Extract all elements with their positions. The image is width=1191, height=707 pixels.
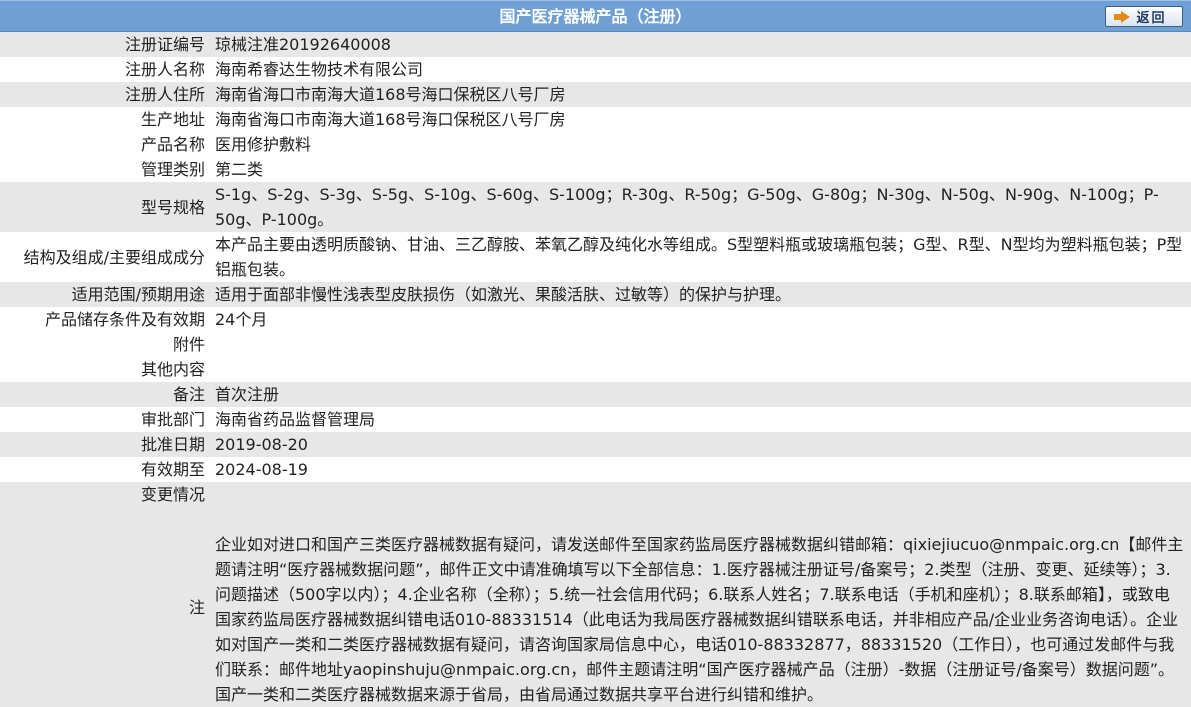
field-label: 其他内容 — [0, 357, 210, 382]
table-row: 批准日期 2019-08-20 — [0, 432, 1191, 457]
field-value: 海南希睿达生物技术有限公司 — [210, 57, 1191, 82]
back-button[interactable]: 返回 — [1105, 6, 1183, 27]
table-row: 管理类别 第二类 — [0, 157, 1191, 182]
table-row: 产品储存条件及有效期 24个月 — [0, 307, 1191, 332]
field-value: 首次注册 — [210, 382, 1191, 407]
field-label: 备注 — [0, 382, 210, 407]
note-label: 注 — [0, 507, 210, 707]
field-label: 注册人住所 — [0, 82, 210, 107]
table-row: 注册证编号 琼械注准20192640008 — [0, 32, 1191, 57]
field-label: 型号规格 — [0, 182, 210, 232]
page-header: 国产医疗器械产品（注册） 返回 — [0, 0, 1191, 32]
field-label: 结构及组成/主要组成成分 — [0, 232, 210, 282]
detail-table: 注册证编号 琼械注准20192640008 注册人名称 海南希睿达生物技术有限公… — [0, 32, 1191, 707]
field-value: S-1g、S-2g、S-3g、S-5g、S-10g、S-60g、S-100g；R… — [210, 182, 1191, 232]
field-value: 24个月 — [210, 307, 1191, 332]
page-title: 国产医疗器械产品（注册） — [499, 7, 692, 26]
field-label: 管理类别 — [0, 157, 210, 182]
table-row: 附件 — [0, 332, 1191, 357]
field-value: 琼械注准20192640008 — [210, 32, 1191, 57]
field-value: 2024-08-19 — [210, 457, 1191, 482]
table-row: 其他内容 — [0, 357, 1191, 382]
field-label: 批准日期 — [0, 432, 210, 457]
table-row: 备注 首次注册 — [0, 382, 1191, 407]
table-row: 审批部门 海南省药品监督管理局 — [0, 407, 1191, 432]
field-label: 产品名称 — [0, 132, 210, 157]
field-label: 产品储存条件及有效期 — [0, 307, 210, 332]
table-row: 有效期至 2024-08-19 — [0, 457, 1191, 482]
table-row: 注册人名称 海南希睿达生物技术有限公司 — [0, 57, 1191, 82]
field-label: 适用范围/预期用途 — [0, 282, 210, 307]
field-label: 审批部门 — [0, 407, 210, 432]
table-row: 变更情况 — [0, 482, 1191, 507]
field-value: 第二类 — [210, 157, 1191, 182]
table-row: 生产地址 海南省海口市南海大道168号海口保税区八号厂房 — [0, 107, 1191, 132]
table-row: 注册人住所 海南省海口市南海大道168号海口保税区八号厂房 — [0, 82, 1191, 107]
field-value: 适用于面部非慢性浅表型皮肤损伤（如激光、果酸活肤、过敏等）的保护与护理。 — [210, 282, 1191, 307]
field-value: 本产品主要由透明质酸钠、甘油、三乙醇胺、苯氧乙醇及纯化水等组成。S型塑料瓶或玻璃… — [210, 232, 1191, 282]
table-row: 适用范围/预期用途 适用于面部非慢性浅表型皮肤损伤（如激光、果酸活肤、过敏等）的… — [0, 282, 1191, 307]
note-text: 企业如对进口和国产三类医疗器械数据有疑问，请发送邮件至国家药监局医疗器械数据纠错… — [210, 507, 1191, 707]
field-value: 海南省海口市南海大道168号海口保税区八号厂房 — [210, 82, 1191, 107]
field-label: 生产地址 — [0, 107, 210, 132]
field-value: 2019-08-20 — [210, 432, 1191, 457]
arrow-right-icon — [1114, 10, 1131, 23]
field-label: 注册人名称 — [0, 57, 210, 82]
field-value — [210, 482, 1191, 507]
field-value: 海南省药品监督管理局 — [210, 407, 1191, 432]
field-value — [210, 332, 1191, 357]
field-label: 注册证编号 — [0, 32, 210, 57]
table-row: 产品名称 医用修护敷料 — [0, 132, 1191, 157]
back-button-label: 返回 — [1136, 11, 1167, 26]
table-row: 结构及组成/主要组成成分 本产品主要由透明质酸钠、甘油、三乙醇胺、苯氧乙醇及纯化… — [0, 232, 1191, 282]
field-label: 有效期至 — [0, 457, 210, 482]
note-row: 注 企业如对进口和国产三类医疗器械数据有疑问，请发送邮件至国家药监局医疗器械数据… — [0, 507, 1191, 707]
field-value — [210, 357, 1191, 382]
field-value: 医用修护敷料 — [210, 132, 1191, 157]
field-label: 变更情况 — [0, 482, 210, 507]
field-value: 海南省海口市南海大道168号海口保税区八号厂房 — [210, 107, 1191, 132]
table-row: 型号规格 S-1g、S-2g、S-3g、S-5g、S-10g、S-60g、S-1… — [0, 182, 1191, 232]
field-label: 附件 — [0, 332, 210, 357]
